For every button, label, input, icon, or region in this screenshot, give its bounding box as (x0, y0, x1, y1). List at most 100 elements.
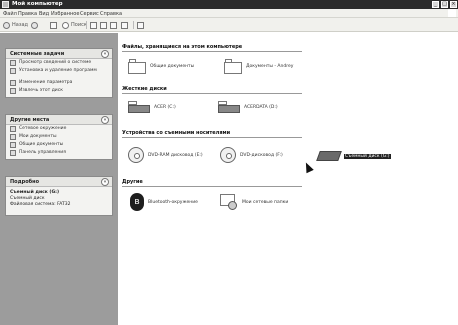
task-system-info[interactable]: Просмотр сведений о системе (6, 59, 112, 67)
back-arrow-icon (3, 21, 10, 29)
menu-bar: Файл Правка Вид Избранное Сервис Справка (0, 9, 458, 18)
item-label: ACER (C:) (154, 105, 176, 110)
views-button[interactable] (137, 21, 144, 29)
item-label: Съемный диск (G:) (344, 153, 391, 159)
control-panel-icon (10, 150, 16, 156)
system-tasks-title: Системные задачи (10, 51, 65, 57)
views-icon (137, 21, 144, 29)
drive-c-item[interactable]: ACER (C:) (128, 101, 176, 114)
drive-f-item[interactable]: DVD-дисковод (F:) (220, 147, 283, 163)
info-icon (10, 60, 16, 66)
menu-help[interactable]: Справка (100, 11, 122, 17)
copy-icon (100, 21, 107, 29)
collapse-icon[interactable]: « (101, 50, 109, 58)
removable-disk-icon (316, 151, 342, 161)
maximize-button[interactable]: □ (441, 1, 448, 8)
item-label: Bluetooth-окружение (148, 199, 198, 205)
network-places-item[interactable]: Мои сетевые папки (220, 194, 288, 210)
item-label: Общие документы (150, 64, 195, 69)
forward-arrow-icon (31, 21, 38, 29)
details-content: Съемный диск (G:) Съемный диск Файловая … (6, 187, 112, 211)
collapse-icon[interactable]: « (101, 178, 109, 186)
task-pane: Системные задачи « Просмотр сведений о с… (0, 33, 118, 325)
item-label: DVD-RAM дисковод (E:) (148, 152, 203, 158)
copy-button[interactable] (100, 21, 107, 29)
system-tasks-box: Системные задачи « Просмотр сведений о с… (5, 48, 113, 98)
hard-drive-icon (128, 101, 150, 114)
window-title: Мой компьютер (12, 1, 63, 7)
andrey-documents-item[interactable]: Документы - Andrey (224, 59, 293, 74)
network-folder-icon (220, 194, 238, 210)
content-pane: Файлы, хранящиеся на этом компьютере Общ… (118, 33, 458, 325)
details-box: Подробно « Съемный диск (G:) Съемный дис… (5, 176, 113, 216)
other-places-title: Другие места (10, 117, 50, 123)
computer-icon (2, 1, 9, 8)
menu-tools[interactable]: Сервис (80, 11, 99, 17)
shared-documents-item[interactable]: Общие документы (128, 59, 194, 74)
menu-view[interactable]: Вид (39, 11, 49, 17)
place-network[interactable]: Сетевое окружение (6, 125, 112, 133)
other-places-box: Другие места « Сетевое окружение Мои док… (5, 114, 113, 160)
folder-icon (224, 59, 242, 74)
place-label: Общие документы (19, 142, 64, 147)
place-shared-documents[interactable]: Общие документы (6, 141, 112, 149)
collapse-icon[interactable]: « (101, 116, 109, 124)
network-icon (10, 126, 16, 132)
close-button[interactable]: × (450, 1, 457, 8)
control-panel-icon (10, 80, 16, 86)
drive-d-item[interactable]: ACERDATA (D:) (218, 101, 278, 114)
back-button[interactable]: Назад (3, 21, 28, 29)
task-eject[interactable]: Извлечь этот диск (6, 87, 112, 95)
cut-button[interactable] (90, 21, 97, 29)
forward-button[interactable] (31, 21, 40, 29)
search-icon (62, 21, 69, 29)
cut-icon (90, 21, 97, 29)
title-bar: Мой компьютер _ □ × (0, 0, 458, 9)
drive-g-item[interactable]: Съемный диск (G:) (316, 151, 391, 161)
group-divider (122, 51, 302, 52)
group-header-other: Другие (122, 179, 143, 185)
other-places-header[interactable]: Другие места « (6, 115, 112, 125)
menu-file[interactable]: Файл (3, 11, 17, 17)
search-label: Поиск (71, 22, 87, 28)
details-title: Подробно (10, 179, 40, 185)
system-tasks-header[interactable]: Системные задачи « (6, 49, 112, 59)
item-label: ACERDATA (D:) (244, 105, 278, 110)
task-add-remove[interactable]: Установка и удаление программ (6, 67, 112, 79)
drive-e-item[interactable]: DVD-RAM дисковод (E:) (128, 147, 203, 163)
dvd-drive-icon (128, 147, 144, 163)
item-label: Мои сетевые папки (242, 199, 289, 205)
bluetooth-icon: ʙ (130, 193, 144, 211)
task-change-setting[interactable]: Изменение параметра (6, 79, 112, 87)
back-label: Назад (12, 22, 29, 28)
task-label: Установка и удаление программ (19, 68, 97, 73)
details-header[interactable]: Подробно « (6, 177, 112, 187)
place-label: Панель управления (19, 150, 66, 155)
details-filesystem: Файловая система: FAT32 (10, 202, 71, 207)
eject-icon (10, 88, 16, 94)
task-label: Изменение параметра (19, 80, 73, 85)
task-label: Извлечь этот диск (19, 88, 63, 93)
folder-icon (10, 134, 16, 140)
search-button[interactable]: Поиск (62, 21, 87, 29)
item-label: Документы - Andrey (246, 64, 294, 69)
minimize-button[interactable]: _ (432, 1, 439, 8)
place-label: Мои документы (19, 134, 57, 139)
hard-drive-icon (218, 101, 240, 114)
menu-favorites[interactable]: Избранное (51, 11, 79, 17)
menu-edit[interactable]: Правка (18, 11, 37, 17)
up-button[interactable] (50, 21, 57, 29)
group-divider (122, 93, 302, 94)
place-control-panel[interactable]: Панель управления (6, 149, 112, 157)
toolbar-separator (86, 21, 87, 29)
place-my-documents[interactable]: Мои документы (6, 133, 112, 141)
toolbar: Назад Поиск (0, 18, 458, 32)
bluetooth-item[interactable]: ʙ Bluetooth-окружение (130, 193, 198, 211)
programs-icon (10, 68, 16, 74)
folder-up-icon (50, 21, 57, 29)
group-header-files: Файлы, хранящиеся на этом компьютере (122, 44, 243, 50)
paste-button[interactable] (110, 21, 117, 29)
dvd-drive-icon (220, 147, 236, 163)
mouse-cursor-icon (302, 160, 314, 174)
undo-button[interactable] (121, 21, 128, 29)
